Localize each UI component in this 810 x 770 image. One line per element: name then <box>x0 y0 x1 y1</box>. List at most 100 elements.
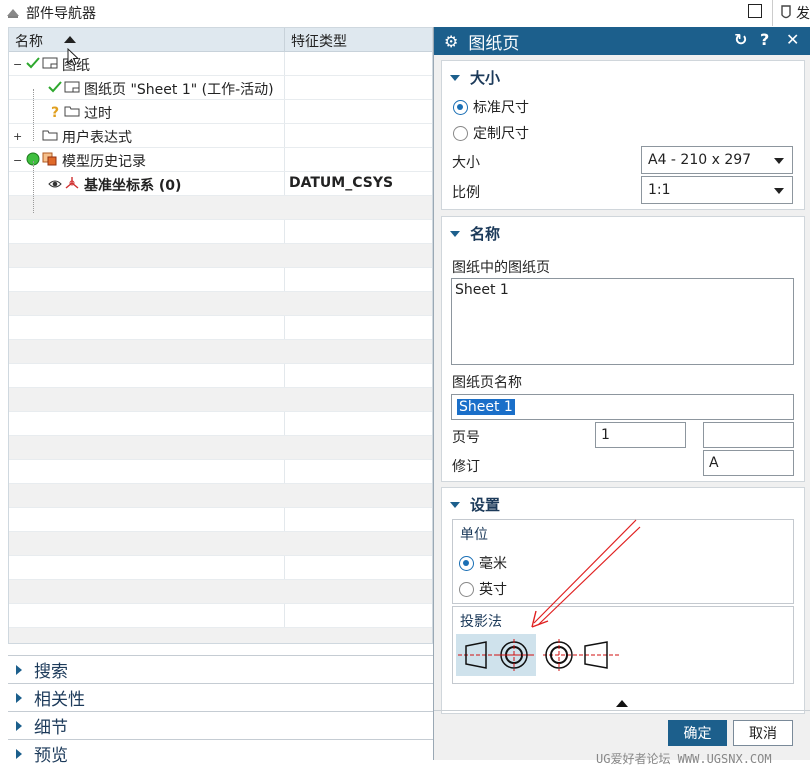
settings-group-header[interactable]: 设置 <box>450 494 500 515</box>
radio-selected-icon <box>453 99 468 115</box>
ok-button[interactable]: 确定 <box>668 720 727 746</box>
sheet-name-selected-text: Sheet 1 <box>457 399 515 415</box>
table-row <box>9 340 432 364</box>
expand-arrow-icon <box>16 692 22 703</box>
cancel-button[interactable]: 取消 <box>733 720 793 746</box>
table-row <box>9 364 432 388</box>
tree-node[interactable]: + 用户表达式 <box>13 127 132 147</box>
more-options-up-icon[interactable] <box>615 698 629 708</box>
column-divider[interactable] <box>284 28 285 52</box>
first-angle-projection-button[interactable] <box>456 634 536 676</box>
revision-input[interactable]: A <box>703 450 794 476</box>
sort-ascending-icon[interactable] <box>64 36 76 43</box>
model-icon <box>42 152 60 170</box>
tree-node-label: 过时 <box>84 106 112 122</box>
size-select[interactable]: A4 - 210 x 297 <box>641 146 793 174</box>
table-row <box>9 244 432 268</box>
table-row[interactable]: ? 过时 <box>9 100 432 124</box>
expand-arrow-icon <box>16 664 22 675</box>
settings-group-title: 设置 <box>470 496 501 514</box>
sheet-dialog: ⚙ 图纸页 ↻ ? ✕ 大小 标准尺寸 定制尺寸 大小 A4 - 210 x 2… <box>433 27 810 760</box>
navigator-logo-icon <box>7 9 19 18</box>
folder-icon <box>42 129 60 145</box>
check-icon <box>25 57 41 73</box>
section-preview-label: 预览 <box>34 746 68 766</box>
help-icon[interactable]: ? <box>760 30 769 49</box>
radio-inches-label: 英寸 <box>479 582 507 598</box>
tree-node[interactable]: 图纸页 "Sheet 1" (工作-活动) <box>47 79 274 99</box>
radio-standard-size[interactable]: 标准尺寸 <box>453 97 529 117</box>
tree-node[interactable]: ? 过时 <box>47 103 112 123</box>
name-group-header[interactable]: 名称 <box>450 223 500 244</box>
name-group-title: 名称 <box>470 225 501 243</box>
expand-arrow-icon <box>16 748 22 759</box>
sheet-icon <box>64 81 82 97</box>
revision-label: 修订 <box>452 459 480 475</box>
csys-icon <box>64 176 82 194</box>
collapse-icon[interactable]: − <box>13 59 22 70</box>
page-number-label: 页号 <box>452 430 480 446</box>
section-dependencies[interactable]: 相关性 <box>8 683 433 711</box>
scale-label: 比例 <box>452 185 480 201</box>
sheet-name-input[interactable]: Sheet 1 <box>451 394 794 420</box>
sheets-in-drawing-label: 图纸中的图纸页 <box>452 260 550 276</box>
radio-millimeters-label: 毫米 <box>479 556 507 572</box>
table-row <box>9 484 432 508</box>
column-type-header[interactable]: 特征类型 <box>291 31 347 51</box>
collapse-icon[interactable]: − <box>13 155 22 166</box>
name-group: 名称 图纸中的图纸页 Sheet 1 图纸页名称 Sheet 1 页号 1 修订… <box>441 216 805 482</box>
table-row <box>9 580 432 604</box>
question-icon: ? <box>50 105 60 121</box>
section-preview[interactable]: 预览 <box>8 739 433 767</box>
table-row[interactable]: 图纸页 "Sheet 1" (工作-活动) <box>9 76 432 100</box>
watermark: UG爱好者论坛 WWW.UGSNX.COM <box>596 752 772 766</box>
size-group-header[interactable]: 大小 <box>450 67 500 88</box>
section-search[interactable]: 搜索 <box>8 655 433 683</box>
chevron-down-icon <box>774 158 784 164</box>
table-row <box>9 460 432 484</box>
radio-custom-size[interactable]: 定制尺寸 <box>453 123 529 143</box>
third-angle-projection-icon <box>543 639 619 671</box>
expand-icon[interactable]: + <box>13 131 22 142</box>
gear-icon[interactable]: ⚙ <box>444 32 458 51</box>
maximize-icon[interactable] <box>748 4 762 18</box>
close-icon[interactable]: ✕ <box>786 30 799 49</box>
tree-node-label: 图纸页 "Sheet 1" (工作-活动) <box>84 82 274 98</box>
tree-connector <box>33 161 34 213</box>
right-tab[interactable]: 发 <box>772 0 810 26</box>
page-number-input[interactable]: 1 <box>595 422 686 448</box>
collapse-arrow-icon <box>450 230 460 237</box>
radio-standard-label: 标准尺寸 <box>473 100 529 116</box>
size-group-title: 大小 <box>470 69 501 87</box>
units-title: 单位 <box>460 527 488 543</box>
table-row[interactable]: + 用户表达式 <box>9 124 432 148</box>
tree-node[interactable]: 基准坐标系 (0) <box>47 175 181 195</box>
page-number-suffix-input[interactable] <box>703 422 794 448</box>
third-angle-projection-button[interactable] <box>541 634 621 676</box>
section-search-label: 搜索 <box>34 662 68 682</box>
table-row <box>9 628 432 643</box>
column-name-header[interactable]: 名称 <box>15 31 43 51</box>
reset-icon[interactable]: ↻ <box>734 30 747 49</box>
collapse-arrow-icon <box>450 74 460 81</box>
tab-icon <box>781 5 791 19</box>
navigator-tree[interactable]: 名称 特征类型 − 图纸 图纸页 "Sheet 1" (工作-活动)? 过时 + 用户表达… <box>8 27 433 644</box>
sheets-list[interactable]: Sheet 1 <box>451 278 794 365</box>
tree-node-label: 用户表达式 <box>62 130 132 146</box>
section-details-label: 细节 <box>34 718 68 738</box>
scale-select[interactable]: 1:1 <box>641 176 793 204</box>
tree-node-label: 基准坐标系 (0) <box>84 178 182 194</box>
table-row <box>9 388 432 412</box>
sheets-list-item[interactable]: Sheet 1 <box>455 282 509 298</box>
table-row <box>9 532 432 556</box>
radio-millimeters[interactable]: 毫米 <box>459 553 507 573</box>
section-dependencies-label: 相关性 <box>34 690 85 710</box>
table-row <box>9 196 432 220</box>
table-row[interactable]: 基准坐标系 (0) DATUM_CSYS <box>9 172 432 196</box>
section-details[interactable]: 细节 <box>8 711 433 739</box>
size-select-value: A4 - 210 x 297 <box>648 152 752 168</box>
radio-inches[interactable]: 英寸 <box>459 579 507 599</box>
table-row[interactable]: − 模型历史记录 <box>9 148 432 172</box>
size-label: 大小 <box>452 155 480 171</box>
navigator-title-bar: 部件导航器 <box>0 0 810 26</box>
